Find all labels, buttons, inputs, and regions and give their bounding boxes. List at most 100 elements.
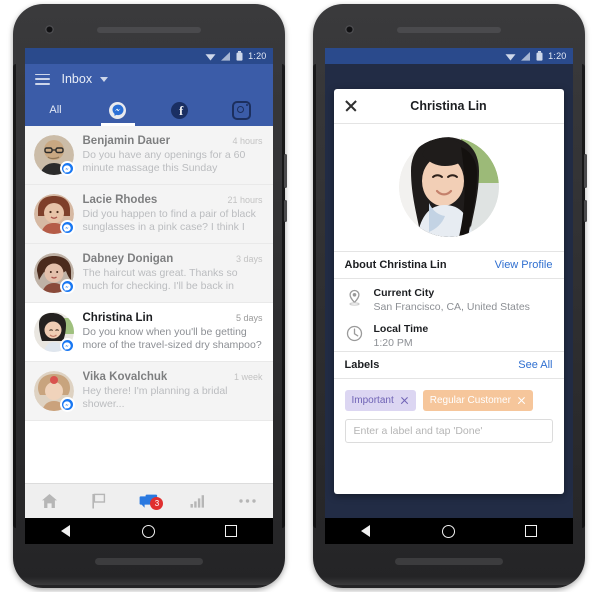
thread-name: Dabney Donigan (82, 253, 174, 265)
more-icon (239, 499, 256, 503)
status-time: 1:20 (248, 51, 267, 61)
front-camera-icon (344, 25, 354, 34)
home-circle-icon (142, 524, 155, 538)
recents-button[interactable] (190, 525, 273, 537)
back-icon (61, 525, 71, 537)
thread-list[interactable]: Benjamin Dauer 4 hours Do you have any o… (24, 126, 273, 484)
chevron-down-icon[interactable] (100, 76, 109, 82)
info-row-local-time: Local Time 1:20 PM (334, 315, 564, 351)
home-button[interactable] (107, 524, 190, 538)
power-button[interactable] (283, 154, 287, 188)
about-heading: About Christina Lin (344, 259, 447, 271)
status-badge: 3 (150, 496, 164, 510)
nav-insights[interactable] (173, 494, 223, 508)
list-item[interactable]: Lacie Rhodes 21 hours Did you happen to … (24, 185, 273, 244)
profile-photo-wrap (334, 124, 564, 251)
view-profile-link[interactable]: View Profile (495, 259, 553, 271)
see-all-link[interactable]: See All (518, 359, 552, 371)
list-item[interactable]: Vika Kovalchuk 1 week Hey there! I'm pla… (24, 362, 273, 421)
info-row-current-city: Current City San Francisco, CA, United S… (334, 279, 564, 315)
list-item[interactable]: Dabney Donigan 3 days The haircut was gr… (24, 244, 273, 303)
thread-preview: Did you happen to find a pair of black s… (82, 208, 256, 233)
tab-all[interactable]: All (25, 94, 87, 126)
insights-icon (190, 495, 204, 508)
inbox-header: Inbox (24, 64, 273, 94)
messenger-badge-icon (59, 397, 75, 412)
signal-icon (221, 51, 231, 61)
contact-detail-card: Christina Lin About Christina Lin View P… (333, 89, 564, 494)
messenger-badge-icon (59, 279, 75, 294)
nav-more[interactable] (223, 498, 273, 504)
power-button[interactable] (583, 154, 587, 188)
thread-name: Benjamin Dauer (82, 135, 171, 147)
screen-left: 1:20 Inbox All f Benjamin Dauer 4 hours … (24, 48, 273, 518)
messenger-icon (109, 101, 126, 119)
avatar (33, 253, 75, 294)
bottom-grille (394, 558, 503, 565)
bezel-left (12, 64, 16, 528)
tab-facebook[interactable]: f (149, 94, 211, 126)
android-nav-bar-right (324, 518, 573, 544)
avatar (33, 135, 75, 176)
thread-preview: The haircut was great. Thanks so much fo… (82, 267, 238, 292)
list-item-body: Benjamin Dauer 4 hours Do you have any o… (83, 135, 263, 175)
label-input-placeholder: Enter a label and tap 'Done' (353, 425, 483, 437)
thread-time: 21 hours (227, 195, 263, 205)
messenger-badge-icon (59, 161, 75, 176)
tab-messenger[interactable] (87, 94, 149, 126)
volume-button[interactable] (583, 200, 587, 222)
avatar (33, 312, 75, 353)
back-button[interactable] (325, 525, 408, 537)
inbox-title[interactable]: Inbox (62, 72, 93, 86)
recents-button[interactable] (490, 525, 573, 537)
label-chip-regular-customer[interactable]: Regular Customer (422, 390, 533, 411)
thread-preview: Do you have any openings for a 60 minute… (82, 149, 246, 174)
volume-button[interactable] (283, 200, 287, 222)
list-item-selected[interactable]: Christina Lin 5 days Do you know when yo… (24, 303, 273, 362)
label-chip-important[interactable]: Important (344, 390, 416, 411)
android-status-bar: 1:20 (324, 48, 573, 64)
nav-home[interactable] (25, 493, 75, 509)
bottom-navigation: 3 (24, 483, 273, 518)
close-icon[interactable] (344, 99, 358, 113)
flag-icon (92, 493, 106, 509)
back-icon (361, 525, 371, 537)
info-key: Current City (373, 287, 435, 299)
card-header: Christina Lin (333, 89, 564, 124)
clock-icon (346, 325, 362, 342)
battery-icon (536, 51, 543, 61)
thread-name: Vika Kovalchuk (82, 371, 168, 383)
messenger-badge-icon (59, 220, 75, 235)
avatar (33, 371, 75, 412)
android-status-bar: 1:20 (24, 48, 273, 64)
android-nav-bar-left (24, 518, 273, 544)
page-title: Christina Lin (410, 99, 487, 113)
list-item[interactable]: Benjamin Dauer 4 hours Do you have any o… (24, 126, 273, 185)
label-input[interactable]: Enter a label and tap 'Done' (344, 419, 553, 443)
tab-instagram[interactable] (211, 94, 273, 126)
avatar (33, 194, 75, 235)
remove-label-icon[interactable] (400, 396, 409, 405)
bezel-right (581, 64, 585, 528)
earpiece-speaker (396, 27, 501, 33)
thread-preview: Hey there! I'm planning a bridal shower.… (82, 385, 228, 410)
thread-name: Lacie Rhodes (82, 194, 158, 206)
remove-label-icon[interactable] (517, 396, 526, 405)
profile-photo (398, 137, 499, 237)
thread-time: 4 hours (232, 136, 263, 146)
nav-messages[interactable]: 3 (124, 494, 174, 510)
phone-right: 1:20 Christina Lin About Christina Lin V… (312, 4, 587, 588)
tab-all-label: All (49, 104, 62, 116)
labels-heading: Labels (344, 359, 380, 371)
home-button[interactable] (407, 524, 490, 538)
info-text: Local Time 1:20 PM (374, 323, 429, 349)
hamburger-icon[interactable] (34, 73, 50, 85)
two-phone-mockup: 1:20 Inbox All f Benjamin Dauer 4 hours … (0, 0, 597, 592)
signal-icon (521, 51, 531, 61)
location-pin-icon (348, 289, 360, 306)
nav-pages[interactable] (74, 493, 124, 509)
thread-preview: Do you know when you'll be getting more … (82, 326, 262, 351)
back-button[interactable] (25, 525, 108, 537)
info-value: 1:20 PM (373, 337, 413, 349)
wifi-icon (505, 53, 516, 60)
